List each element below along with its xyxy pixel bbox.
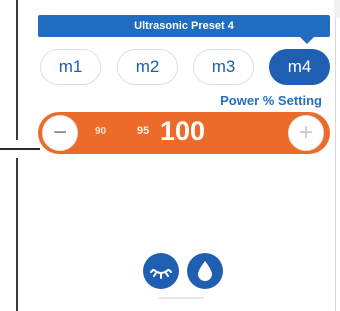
mode-button-m1[interactable]: m1 <box>40 49 101 85</box>
water-button[interactable] <box>187 253 223 289</box>
mode-button-m3[interactable]: m3 <box>193 49 254 85</box>
light-button[interactable] <box>143 253 179 289</box>
frame-edge-lower <box>16 158 18 311</box>
frame-corner <box>334 0 340 18</box>
power-value-current: 100 <box>160 116 206 146</box>
power-setting-label: Power % Setting <box>220 93 322 108</box>
power-value-previous-2[interactable]: 90 <box>95 126 106 137</box>
light-icon <box>150 269 172 279</box>
home-indicator <box>158 297 204 299</box>
divider-line <box>0 148 40 150</box>
app-screen: Ultrasonic Preset 4 m1 m2 m3 m4 Power % … <box>0 0 340 311</box>
increase-power-button[interactable]: + <box>288 115 324 151</box>
mode-button-m4[interactable]: m4 <box>269 49 330 85</box>
water-drop-icon <box>198 261 212 281</box>
power-value-previous-1[interactable]: 95 <box>137 125 149 137</box>
frame-edge <box>16 0 18 140</box>
frame-right-edge <box>335 0 336 311</box>
preset-title-bar: Ultrasonic Preset 4 <box>38 15 330 37</box>
preset-pointer <box>299 36 315 44</box>
decrease-power-button[interactable]: − <box>42 115 78 151</box>
mode-button-m2[interactable]: m2 <box>117 49 178 85</box>
